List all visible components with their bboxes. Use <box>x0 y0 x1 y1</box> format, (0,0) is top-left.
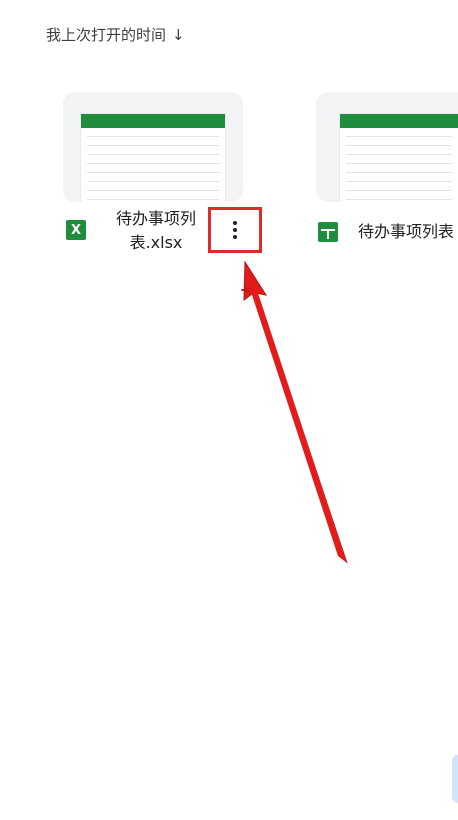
floating-button-edge[interactable] <box>452 755 458 803</box>
annotation-arrow <box>240 260 348 564</box>
